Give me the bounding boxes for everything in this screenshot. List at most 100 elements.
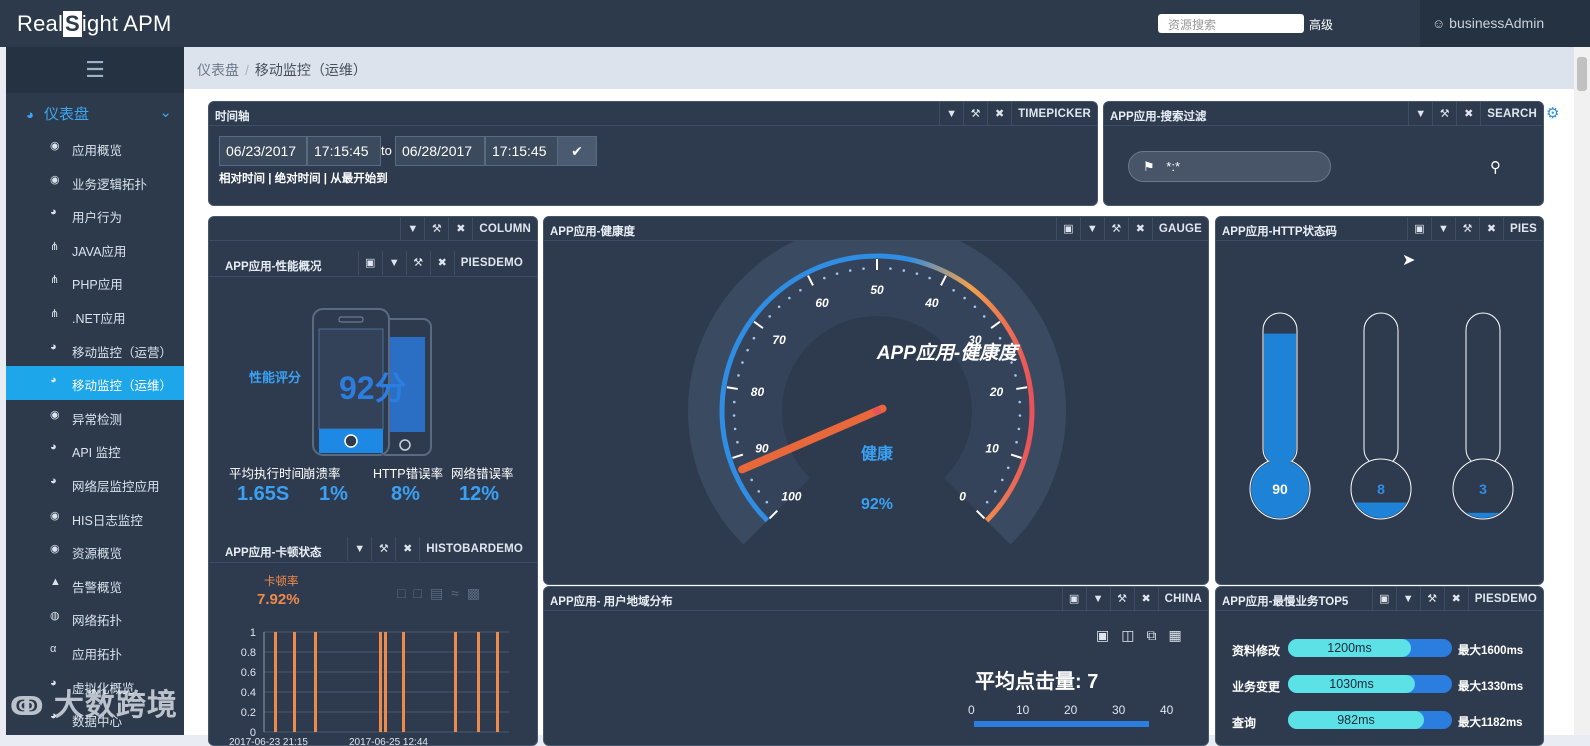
wrench-icon[interactable]: ⚒ [424,217,448,241]
gauge-tick-label: 50 [870,283,884,297]
wrench-icon[interactable]: ⚒ [1103,217,1128,241]
tag-icon: ⚑ [1143,159,1155,174]
sidebar-item[interactable]: ◉ 应用概览 [6,131,184,165]
sidebar-item[interactable]: ⋔ .NET应用 [6,299,184,333]
zoom-icon[interactable]: □ [397,585,413,601]
gauge-tick-label: 40 [924,296,939,310]
sidebar-item[interactable]: α 应用拓扑 [6,635,184,669]
page-scrollbar[interactable] [1574,47,1590,735]
chart-toolbox[interactable]: □□▤≈▩ [397,585,488,602]
sidebar-item[interactable]: ◕ 网络层监控应用 [6,467,184,501]
caret-down-icon[interactable]: ▼ [939,102,963,126]
wrench-icon[interactable]: ⚒ [1432,102,1456,126]
sidebar-item[interactable]: ▲ 告警概览 [6,568,184,602]
sidebar-item[interactable]: ◍ 网络拓扑 [6,601,184,635]
caret-down-icon[interactable]: ▼ [1430,217,1455,241]
gauge-minor-dot [963,296,966,300]
start-date-input[interactable]: 06/23/2017 [219,136,307,166]
perf-subpanel-header: APP应用-性能概况 ▣ ▼ ⚒ ✖ PIESDEMO [209,251,537,277]
user-menu[interactable]: ☺ businessAdmin [1420,0,1590,47]
gauge-minor-dot [757,490,761,493]
sidebar-item[interactable]: ⋔ PHP应用 [6,265,184,299]
panel-title: APP应用-性能概况 [225,261,322,273]
close-icon[interactable]: ✖ [395,537,419,561]
wrench-icon[interactable]: ⚒ [1454,217,1479,241]
breadcrumb-root[interactable]: 仪表盘 [197,62,239,78]
caret-down-icon[interactable]: ▼ [1085,587,1110,611]
close-icon[interactable]: ✖ [1133,587,1158,611]
end-time-input[interactable]: 17:15:45 [485,136,559,166]
time-mode-links[interactable]: 相对时间 | 绝对时间 | 从最开始到 [219,170,388,186]
sidebar-item[interactable]: ◉ 资源概览 [6,534,184,568]
map-toolbox[interactable]: ▣◫⧉▦ [1096,627,1194,644]
resource-search-input[interactable]: 资源搜索 [1158,14,1304,33]
sidebar-item-dashboard[interactable]: ◕ 仪表盘 ⌄ [6,93,184,131]
sidebar-item[interactable]: ◕ 移动监控（运营） [6,333,184,367]
panel-type-label: COLUMN [472,217,537,241]
save-icon[interactable]: ▣ [357,251,382,275]
save-icon[interactable]: ▣ [1055,217,1080,241]
wrench-icon[interactable]: ⚒ [405,251,430,275]
dashboard-icon: ◕ [50,474,57,487]
copy-icon[interactable]: ⧉ [1146,627,1168,643]
sidebar-toggle-button[interactable]: ☰ [6,47,184,93]
line-chart-icon[interactable]: ≈ [451,585,467,601]
app-logo[interactable]: RealSight APM [17,11,172,37]
business-name: 查询 [1232,716,1257,730]
sidebar-item-label: JAVA应用 [72,244,127,259]
data-view-icon[interactable]: ▤ [430,585,451,601]
warning-icon: ▲ [50,575,61,588]
alpha-icon: α [50,642,57,655]
caret-down-icon[interactable]: ▼ [1408,102,1432,126]
zoom-icon[interactable]: ▣ [1096,627,1121,643]
sidebar-item-label: 网络层监控应用 [72,479,160,494]
sidebar-item[interactable]: ◉ 异常检测 [6,400,184,434]
close-icon[interactable]: ✖ [448,217,472,241]
close-icon[interactable]: ✖ [1456,102,1480,126]
wrench-icon[interactable]: ⚒ [1419,587,1444,611]
wrench-icon[interactable]: ⚒ [963,102,987,126]
close-icon[interactable]: ✖ [1443,587,1468,611]
search-icon[interactable]: ⚲ [1490,158,1501,176]
caret-down-icon[interactable]: ▼ [347,537,371,561]
caret-down-icon[interactable]: ▼ [381,251,406,275]
caret-down-icon[interactable]: ▼ [1079,217,1104,241]
score-value: 92分 [339,370,407,406]
zoom-reset-icon[interactable]: □ [413,585,429,601]
save-icon[interactable]: ▣ [1061,587,1086,611]
panel-toolbar: ▣ ▼ ⚒ ✖ PIES [1406,217,1543,241]
sidebar-item[interactable]: ⋔ JAVA应用 [6,232,184,266]
wrench-icon[interactable]: ⚒ [1109,587,1134,611]
sidebar-item[interactable]: ◕ 移动监控（运维） [6,366,184,400]
sidebar-item[interactable]: ◉ 业务逻辑拓扑 [6,165,184,199]
advanced-search-link[interactable]: 高级 [1309,16,1333,33]
stutter-bar [379,632,382,732]
apply-time-button[interactable]: ✔ [557,136,597,166]
close-icon[interactable]: ✖ [1127,217,1152,241]
bar-chart-icon[interactable]: ▩ [467,585,488,601]
query-tag-input[interactable]: ⚑ *:* [1128,151,1331,182]
save-icon[interactable]: ▣ [1406,217,1431,241]
caret-down-icon[interactable]: ▼ [1395,587,1420,611]
sidebar-item[interactable]: ◉ HIS日志监控 [6,501,184,535]
start-time-input[interactable]: 17:15:45 [307,136,381,166]
stutter-rate-value: 7.92% [257,591,300,608]
cogs-icon[interactable]: ⚙ [1546,104,1559,122]
fullscreen-icon[interactable]: ▦ [1168,627,1193,643]
close-icon[interactable]: ✖ [429,251,454,275]
panel-toolbar: ▣ ▼ ⚒ ✖ PIESDEMO [357,251,529,275]
close-icon[interactable]: ✖ [1478,217,1503,241]
close-icon[interactable]: ✖ [987,102,1011,126]
scrollbar-thumb[interactable] [1577,57,1587,91]
sidebar-item-label: 应用拓扑 [72,647,123,662]
sidebar-item[interactable]: ◕ API 监控 [6,433,184,467]
search-placeholder: 资源搜索 [1168,18,1217,32]
sidebar-item[interactable]: ◕ 用户行为 [6,198,184,232]
end-date-input[interactable]: 06/28/2017 [395,136,485,166]
caret-down-icon[interactable]: ▼ [400,217,424,241]
save-icon[interactable]: ▣ [1371,587,1396,611]
wrench-icon[interactable]: ⚒ [371,537,395,561]
time-value: 1200ms [1327,641,1372,655]
map-restore-icon[interactable]: ◫ [1121,627,1146,643]
panel-header: APP应用-搜索过滤 ▼ ⚒ ✖ SEARCH [1104,102,1543,126]
